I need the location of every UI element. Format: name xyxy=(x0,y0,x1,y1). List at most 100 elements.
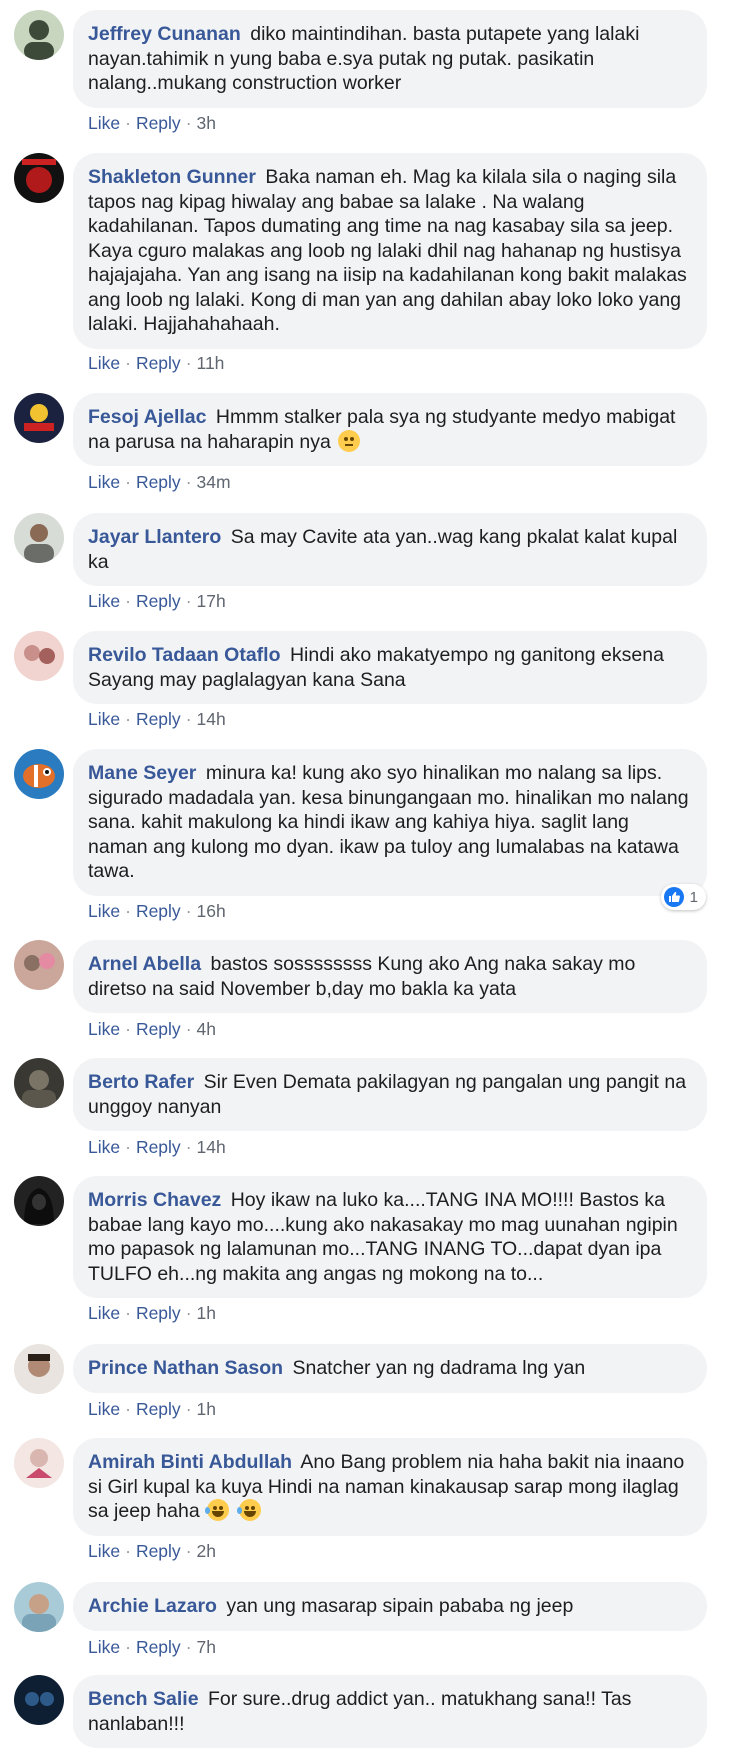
comment-time[interactable]: 1h xyxy=(197,1399,216,1419)
comment-text: Baka naman eh. Mag ka kilala sila o nagi… xyxy=(88,166,687,335)
avatar[interactable] xyxy=(14,1582,64,1632)
comment-time[interactable]: 1h xyxy=(197,1303,216,1323)
comment-actions: Like · Reply · 2h xyxy=(88,1541,216,1562)
avatar[interactable] xyxy=(14,1675,64,1725)
separator: · xyxy=(185,1541,192,1561)
comment-time[interactable]: 11h xyxy=(197,353,225,373)
comment-bubble: Prince Nathan Sason Snatcher yan ng dadr… xyxy=(73,1344,707,1393)
comment-time[interactable]: 34m xyxy=(197,472,231,492)
comment-author[interactable]: Morris Chavez xyxy=(88,1189,221,1211)
separator: · xyxy=(125,1541,131,1561)
comment-time[interactable]: 2h xyxy=(197,1541,216,1561)
comment-author[interactable]: Fesoj Ajellac xyxy=(88,406,207,428)
like-link[interactable]: Like xyxy=(88,353,120,373)
comment-actions: Like · Reply · 14h xyxy=(88,1137,226,1158)
reply-link[interactable]: Reply xyxy=(136,1637,181,1657)
comment-time[interactable]: 14h xyxy=(197,1137,226,1157)
separator: · xyxy=(185,113,192,133)
reply-link[interactable]: Reply xyxy=(136,901,181,921)
comment-author[interactable]: Berto Rafer xyxy=(88,1071,194,1093)
comment-author[interactable]: Arnel Abella xyxy=(88,953,201,975)
comment-time[interactable]: 14h xyxy=(197,709,226,729)
comment-actions: Like · Reply · 7h xyxy=(88,1637,216,1658)
comment-author[interactable]: Jeffrey Cunanan xyxy=(88,23,241,45)
separator: · xyxy=(125,1137,131,1157)
comment-bubble: Arnel Abella bastos sossssssss Kung ako … xyxy=(73,940,707,1013)
separator: · xyxy=(185,472,192,492)
comment-author[interactable]: Jayar Llantero xyxy=(88,526,221,548)
reply-link[interactable]: Reply xyxy=(136,1303,181,1323)
comment-author[interactable]: Archie Lazaro xyxy=(88,1595,217,1617)
avatar[interactable] xyxy=(14,749,64,799)
comment-time[interactable]: 7h xyxy=(197,1637,216,1657)
comment-actions: Like · Reply · 14h xyxy=(88,709,226,730)
comment-time[interactable]: 3h xyxy=(197,113,216,133)
laughing-emoji-icon xyxy=(236,1499,261,1521)
avatar[interactable] xyxy=(14,940,64,990)
laughing-emoji-icon xyxy=(205,1499,230,1521)
comment-list: Jeffrey Cunanan diko maintindihan. basta… xyxy=(0,0,750,1748)
separator: · xyxy=(185,1637,192,1657)
comment-bubble: Revilo Tadaan Otaflo Hindi ako makatyemp… xyxy=(73,631,707,704)
reply-link[interactable]: Reply xyxy=(136,591,181,611)
comment-author[interactable]: Revilo Tadaan Otaflo xyxy=(88,644,281,666)
avatar[interactable] xyxy=(14,153,64,203)
like-link[interactable]: Like xyxy=(88,1541,120,1561)
separator: · xyxy=(125,353,131,373)
reply-link[interactable]: Reply xyxy=(136,353,181,373)
avatar[interactable] xyxy=(14,513,64,563)
like-link[interactable]: Like xyxy=(88,1637,120,1657)
avatar[interactable] xyxy=(14,1344,64,1394)
like-link[interactable]: Like xyxy=(88,709,120,729)
comment-author[interactable]: Amirah Binti Abdullah xyxy=(88,1451,292,1473)
separator: · xyxy=(185,591,192,611)
comment-bubble: Jeffrey Cunanan diko maintindihan. basta… xyxy=(73,10,707,108)
comment-text: yan ung masarap sipain pababa ng jeep xyxy=(226,1595,574,1617)
separator: · xyxy=(125,472,131,492)
separator: · xyxy=(125,113,131,133)
like-link[interactable]: Like xyxy=(88,472,120,492)
separator: · xyxy=(185,353,192,373)
avatar[interactable] xyxy=(14,1176,64,1226)
avatar[interactable] xyxy=(14,10,64,60)
reply-link[interactable]: Reply xyxy=(136,472,181,492)
like-link[interactable]: Like xyxy=(88,1399,120,1419)
comment-bubble: Shakleton Gunner Baka naman eh. Mag ka k… xyxy=(73,153,707,349)
comment-bubble: Amirah Binti Abdullah Ano Bang problem n… xyxy=(73,1438,707,1536)
like-link[interactable]: Like xyxy=(88,113,120,133)
reply-link[interactable]: Reply xyxy=(136,1137,181,1157)
comment-author[interactable]: Bench Salie xyxy=(88,1688,199,1710)
comment-bubble: Archie Lazaro yan ung masarap sipain pab… xyxy=(73,1582,707,1631)
separator: · xyxy=(185,1303,192,1323)
like-link[interactable]: Like xyxy=(88,1303,120,1323)
like-link[interactable]: Like xyxy=(88,1019,120,1039)
like-link[interactable]: Like xyxy=(88,591,120,611)
comment-time[interactable]: 17h xyxy=(197,591,226,611)
comment-author[interactable]: Mane Seyer xyxy=(88,762,196,784)
comment-time[interactable]: 16h xyxy=(197,901,226,921)
separator: · xyxy=(125,1303,131,1323)
comment-bubble: Berto Rafer Sir Even Demata pakilagyan n… xyxy=(73,1058,707,1131)
separator: · xyxy=(185,1399,192,1419)
avatar[interactable] xyxy=(14,631,64,681)
reply-link[interactable]: Reply xyxy=(136,1019,181,1039)
reaction-count[interactable]: 1 xyxy=(660,884,706,910)
avatar[interactable] xyxy=(14,393,64,443)
comment-time[interactable]: 4h xyxy=(197,1019,216,1039)
comment-actions: Like · Reply · 3h xyxy=(88,113,216,134)
comment-author[interactable]: Prince Nathan Sason xyxy=(88,1357,283,1379)
comment-actions: Like · Reply · 4h xyxy=(88,1019,216,1040)
reply-link[interactable]: Reply xyxy=(136,113,181,133)
comment-bubble: Mane Seyer minura ka! kung ako syo hinal… xyxy=(73,749,707,896)
avatar[interactable] xyxy=(14,1438,64,1488)
separator: · xyxy=(125,901,131,921)
comment-author[interactable]: Shakleton Gunner xyxy=(88,166,256,188)
like-link[interactable]: Like xyxy=(88,1137,120,1157)
separator: · xyxy=(125,709,131,729)
reply-link[interactable]: Reply xyxy=(136,1399,181,1419)
comment-bubble: Bench Salie For sure..drug addict yan.. … xyxy=(73,1675,707,1748)
reply-link[interactable]: Reply xyxy=(136,1541,181,1561)
avatar[interactable] xyxy=(14,1058,64,1108)
like-link[interactable]: Like xyxy=(88,901,120,921)
reply-link[interactable]: Reply xyxy=(136,709,181,729)
